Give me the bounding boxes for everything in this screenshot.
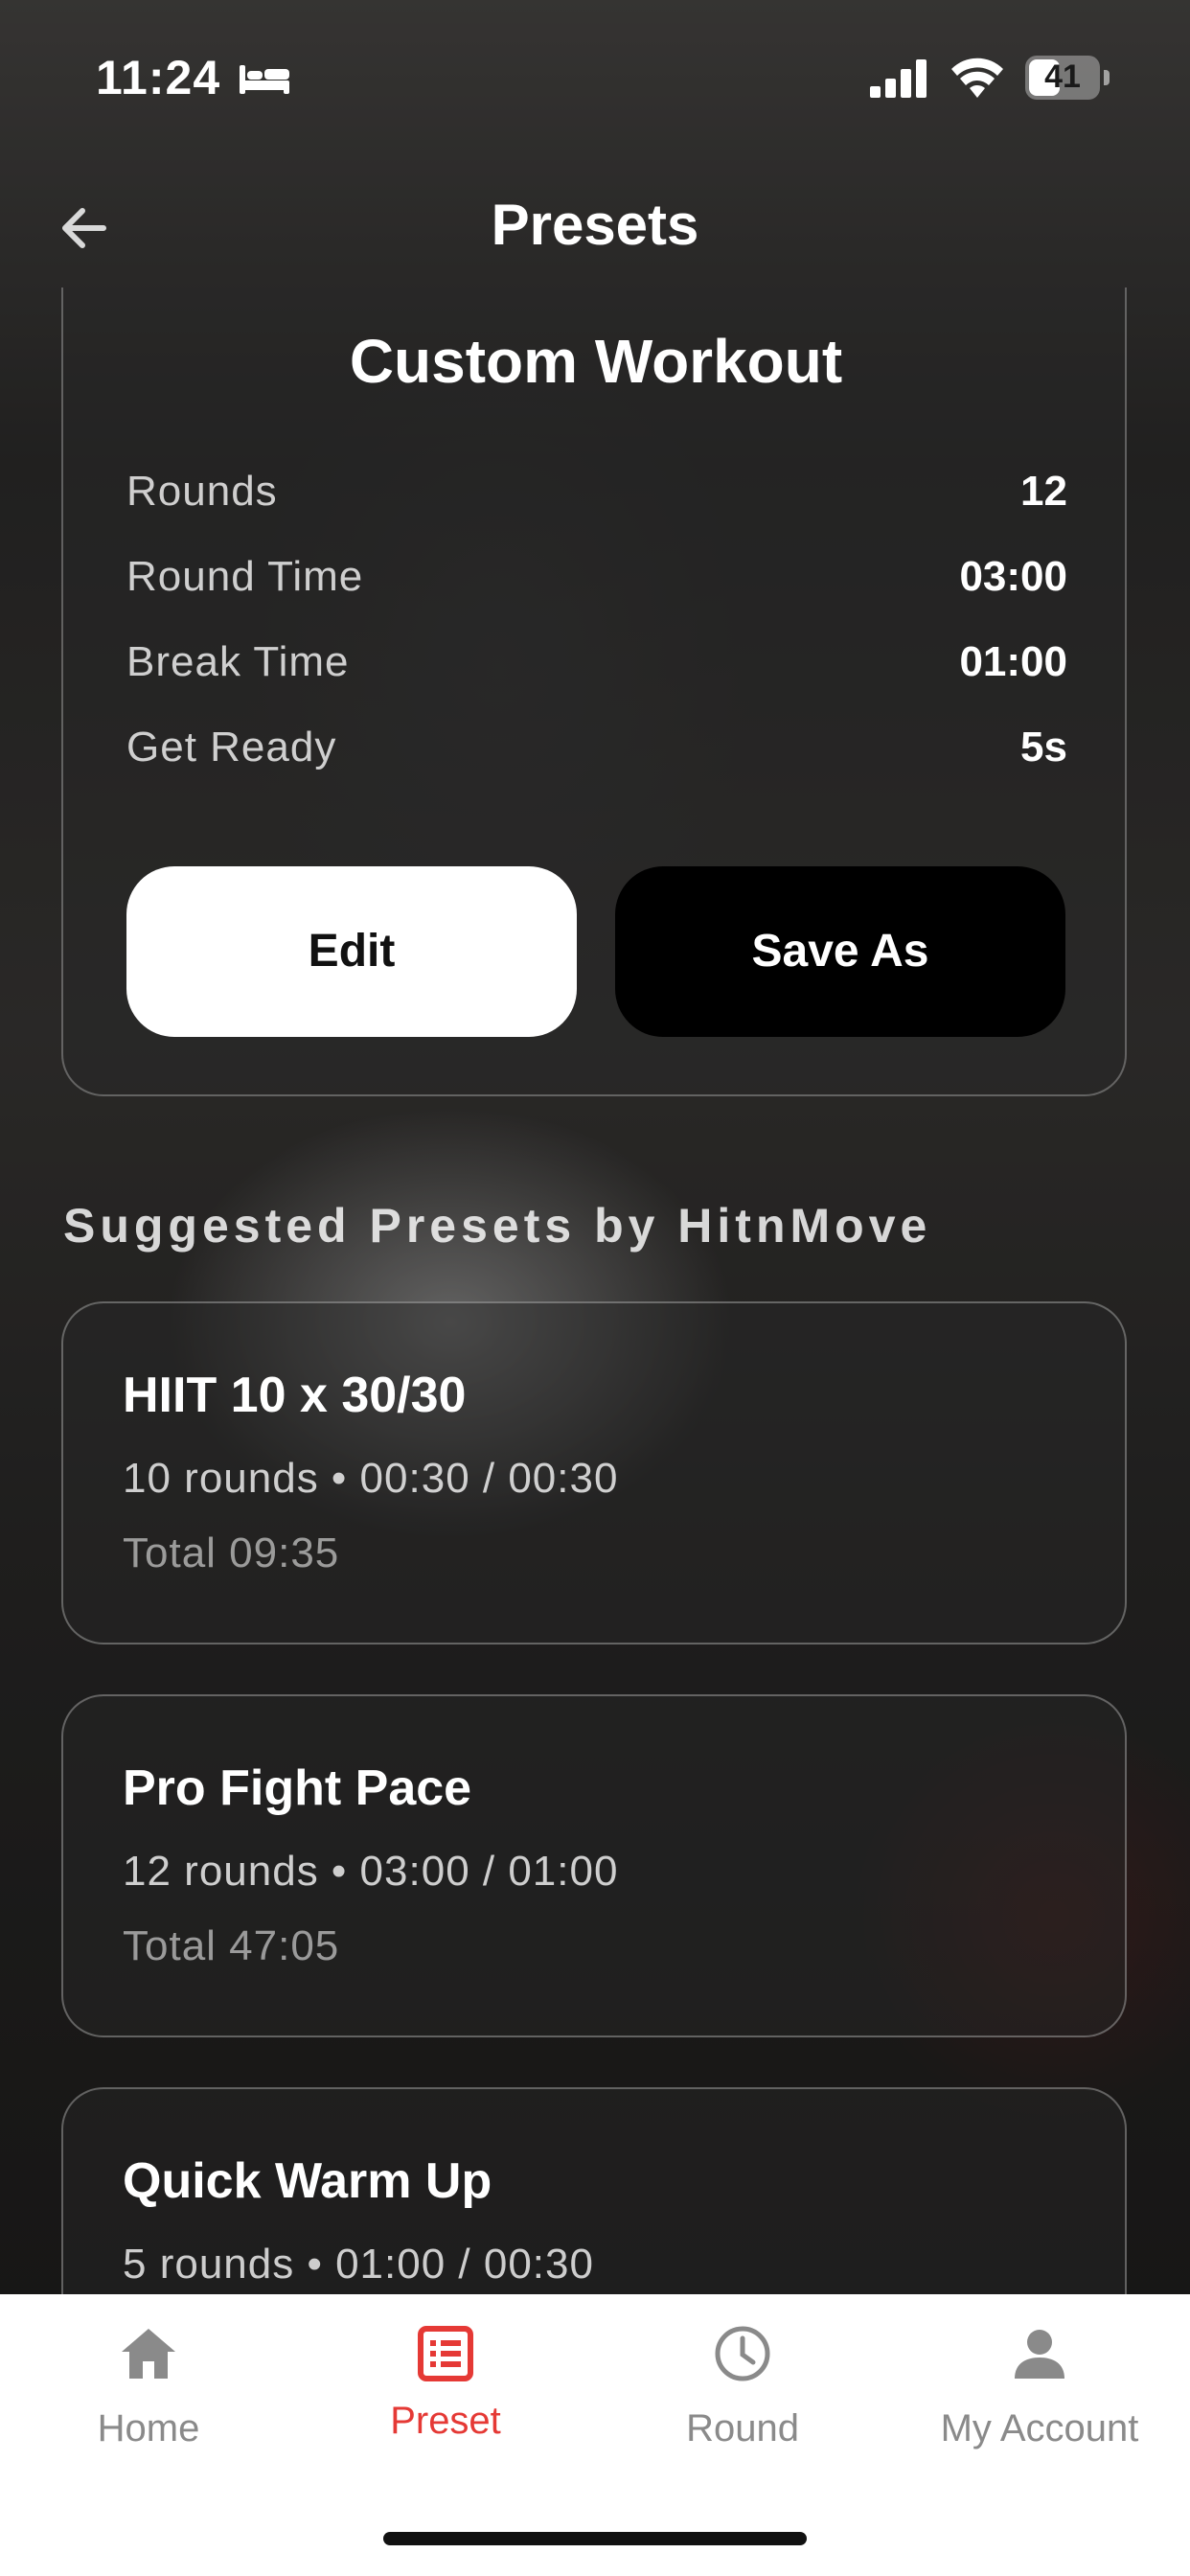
suggested-presets-heading: Suggested Presets by HitnMove	[63, 1199, 932, 1253]
tab-preset[interactable]: Preset	[297, 2294, 594, 2486]
preset-card-hiit[interactable]: HIIT 10 x 30/30 10 rounds • 00:30 / 00:3…	[61, 1301, 1127, 1644]
custom-workout-card: Custom Workout Rounds 12 Round Time 03:0…	[61, 288, 1127, 1096]
preset-card-pro-fight-pace[interactable]: Pro Fight Pace 12 rounds • 03:00 / 01:00…	[61, 1694, 1127, 2037]
clock-icon	[715, 2326, 770, 2381]
page-title: Presets	[491, 193, 699, 257]
preset-detail: 5 rounds • 01:00 / 00:30	[123, 2241, 594, 2288]
signal-icon	[870, 59, 927, 98]
stat-row-round-time: Round Time 03:00	[126, 553, 1067, 610]
stat-label: Get Ready	[126, 724, 337, 770]
stat-value: 5s	[1020, 724, 1067, 770]
preset-detail: 12 rounds • 03:00 / 01:00	[123, 1848, 619, 1895]
battery-level: 41	[1044, 58, 1081, 95]
stat-label: Break Time	[126, 638, 350, 685]
person-icon	[1015, 2330, 1064, 2379]
status-bar: 11:24 41	[0, 0, 1190, 153]
tab-label: Home	[97, 2407, 200, 2450]
app-screen: 11:24 41 Presets Custom Workout Rounds 1…	[0, 0, 1190, 2576]
wifi-icon	[951, 58, 1003, 98]
tab-round[interactable]: Round	[594, 2294, 891, 2486]
stat-row-get-ready: Get Ready 5s	[126, 724, 1067, 781]
tab-label: Round	[686, 2407, 799, 2450]
stat-label: Rounds	[126, 468, 278, 515]
preset-detail: 10 rounds • 00:30 / 00:30	[123, 1455, 619, 1502]
edit-button[interactable]: Edit	[126, 866, 577, 1037]
status-time: 11:24	[96, 51, 221, 104]
preset-name: HIIT 10 x 30/30	[123, 1368, 467, 1423]
tab-my-account[interactable]: My Account	[891, 2294, 1188, 2486]
tab-label: Preset	[390, 2400, 501, 2442]
stat-row-rounds: Rounds 12	[126, 468, 1067, 525]
save-as-button[interactable]: Save As	[615, 866, 1065, 1037]
custom-workout-title: Custom Workout	[349, 327, 843, 396]
list-icon	[418, 2326, 473, 2381]
preset-total: Total 47:05	[123, 1922, 340, 1969]
preset-name: Pro Fight Pace	[123, 1760, 472, 1816]
bed-icon	[240, 65, 289, 94]
stat-value: 03:00	[959, 553, 1067, 600]
preset-total: Total 09:35	[123, 1530, 340, 1576]
home-indicator	[383, 2532, 807, 2545]
preset-name: Quick Warm Up	[123, 2153, 492, 2209]
stat-value: 01:00	[959, 638, 1067, 685]
home-icon	[122, 2329, 175, 2379]
stat-row-break-time: Break Time 01:00	[126, 638, 1067, 696]
stat-label: Round Time	[126, 553, 364, 600]
tab-label: My Account	[940, 2407, 1139, 2450]
battery-icon: 41	[1025, 56, 1111, 100]
tab-home[interactable]: Home	[0, 2294, 297, 2486]
stat-value: 12	[1020, 468, 1067, 515]
